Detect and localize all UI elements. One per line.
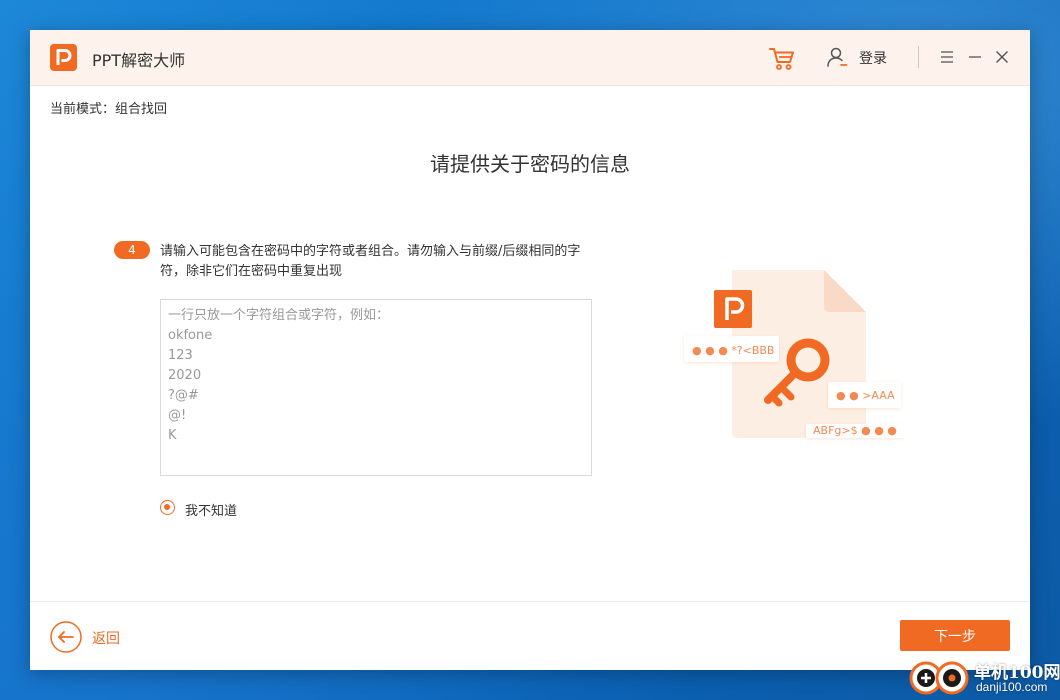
password-tag-2: ● ● >AAA [828, 382, 901, 408]
app-window: PPT解密大师 登录 当前模式： 组合找回 请提供关于密码的信息 4 请输入可能… [30, 30, 1030, 670]
site-watermark: 单机100网 danji100.com [906, 656, 1060, 698]
current-mode: 当前模式： 组合找回 [50, 98, 167, 117]
hamburger-menu-icon[interactable] [939, 49, 955, 65]
user-icon[interactable] [825, 45, 849, 69]
current-mode-value: 组合找回 [115, 102, 168, 117]
app-title: PPT解密大师 [92, 51, 186, 70]
document-fold [824, 270, 866, 312]
svg-text:● ● >AAA: ● ● >AAA [836, 389, 895, 402]
dont-know-label[interactable]: 我不知道 [185, 500, 237, 519]
back-button[interactable]: 返回 [92, 628, 120, 648]
password-tag-1: ● ● ● *?<BBB [684, 336, 779, 362]
step-instruction: 请输入可能包含在密码中的字符或者组合。请勿输入与前缀/后缀相同的字符，除非它们在… [160, 244, 581, 279]
password-chars-input[interactable] [160, 299, 592, 476]
password-tag-3-text: ABFg>$ ● ● ● [813, 424, 897, 437]
radio-selected-dot [164, 504, 170, 510]
login-link[interactable]: 登录 [859, 48, 887, 68]
title-bar: PPT解密大师 登录 [30, 30, 1030, 86]
titlebar-divider [918, 46, 919, 68]
document-logo-icon [714, 290, 752, 328]
close-icon[interactable] [994, 49, 1010, 65]
password-key-illustration: ● ● ● *?<BBB ● ● >AAA ABFg>$ ● ● ● [684, 270, 904, 438]
step-number-badge: 4 [114, 241, 150, 259]
watermark-logo-icon [909, 661, 969, 695]
dont-know-radio[interactable] [160, 500, 175, 515]
watermark-url: danji100.com [976, 680, 1048, 694]
svg-text:● ● ● *?<BBB: ● ● ● *?<BBB [692, 344, 774, 357]
back-arrow-icon[interactable] [50, 621, 82, 653]
minimize-icon[interactable] [967, 49, 983, 65]
current-mode-label: 当前模式： [50, 102, 116, 117]
app-logo-icon [50, 44, 77, 71]
footer-divider [30, 601, 1030, 602]
page-title: 请提供关于密码的信息 [430, 152, 630, 176]
next-step-button[interactable]: 下一步 [900, 620, 1010, 651]
cart-icon[interactable] [768, 44, 796, 72]
